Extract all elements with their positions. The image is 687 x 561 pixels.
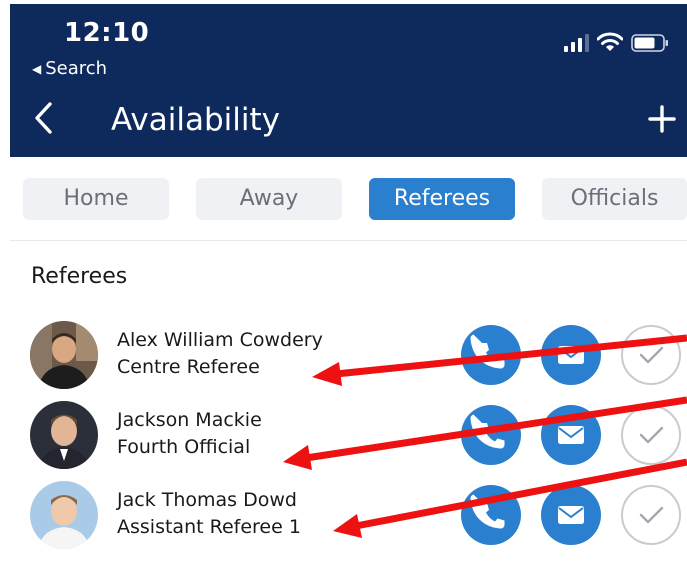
tab-home[interactable]: Home [23,178,169,220]
phone-icon [470,414,505,449]
call-button[interactable] [461,405,521,465]
mail-icon [558,426,584,444]
avatar [30,481,98,549]
left-border [0,0,10,160]
checkmark-icon [639,506,664,524]
person-name: Jackson Mackie [117,409,262,431]
status-time: 12:10 [64,18,150,48]
tab-away[interactable]: Away [196,178,342,220]
person-role: Assistant Referee 1 [117,516,301,538]
email-button[interactable] [541,325,601,385]
avatar [30,401,98,469]
mail-icon [558,506,584,524]
availability-checkbox[interactable] [621,485,681,545]
cellular-signal-icon [564,34,589,52]
segmented-tabs: Home Away Referees Officials [0,157,687,241]
availability-checkbox[interactable] [621,325,681,385]
chevron-left-icon[interactable] [32,100,54,136]
email-button[interactable] [541,405,601,465]
availability-checkbox[interactable] [621,405,681,465]
back-to-app-label: Search [45,58,108,79]
wifi-icon [597,32,623,51]
phone-icon [470,494,505,529]
section-title: Referees [31,264,128,289]
person-role: Fourth Official [117,436,251,458]
call-button[interactable] [461,325,521,385]
checkmark-icon [639,426,664,444]
person-name: Alex William Cowdery [117,329,323,351]
list-item: Jackson Mackie Fourth Official [0,401,687,481]
person-role: Centre Referee [117,356,260,378]
person-name: Jack Thomas Dowd [117,489,297,511]
page-title: Availability [111,102,280,138]
checkmark-icon [639,346,664,364]
back-triangle-icon: ◀ [32,62,42,76]
call-button[interactable] [461,485,521,545]
tabs-divider [10,240,687,241]
tab-officials[interactable]: Officials [542,178,687,220]
avatar [30,321,98,389]
mail-icon [558,346,584,364]
status-icons [564,32,669,52]
email-button[interactable] [541,485,601,545]
app-header: 12:10 ◀ Search Availability [10,4,687,157]
list-item: Jack Thomas Dowd Assistant Referee 1 [0,481,687,561]
battery-icon [631,34,668,52]
plus-icon[interactable] [647,104,677,134]
phone-icon [470,334,505,369]
back-to-app-link[interactable]: ◀ Search [32,58,107,79]
tab-referees[interactable]: Referees [369,178,515,220]
list-item: Alex William Cowdery Centre Referee [0,321,687,401]
